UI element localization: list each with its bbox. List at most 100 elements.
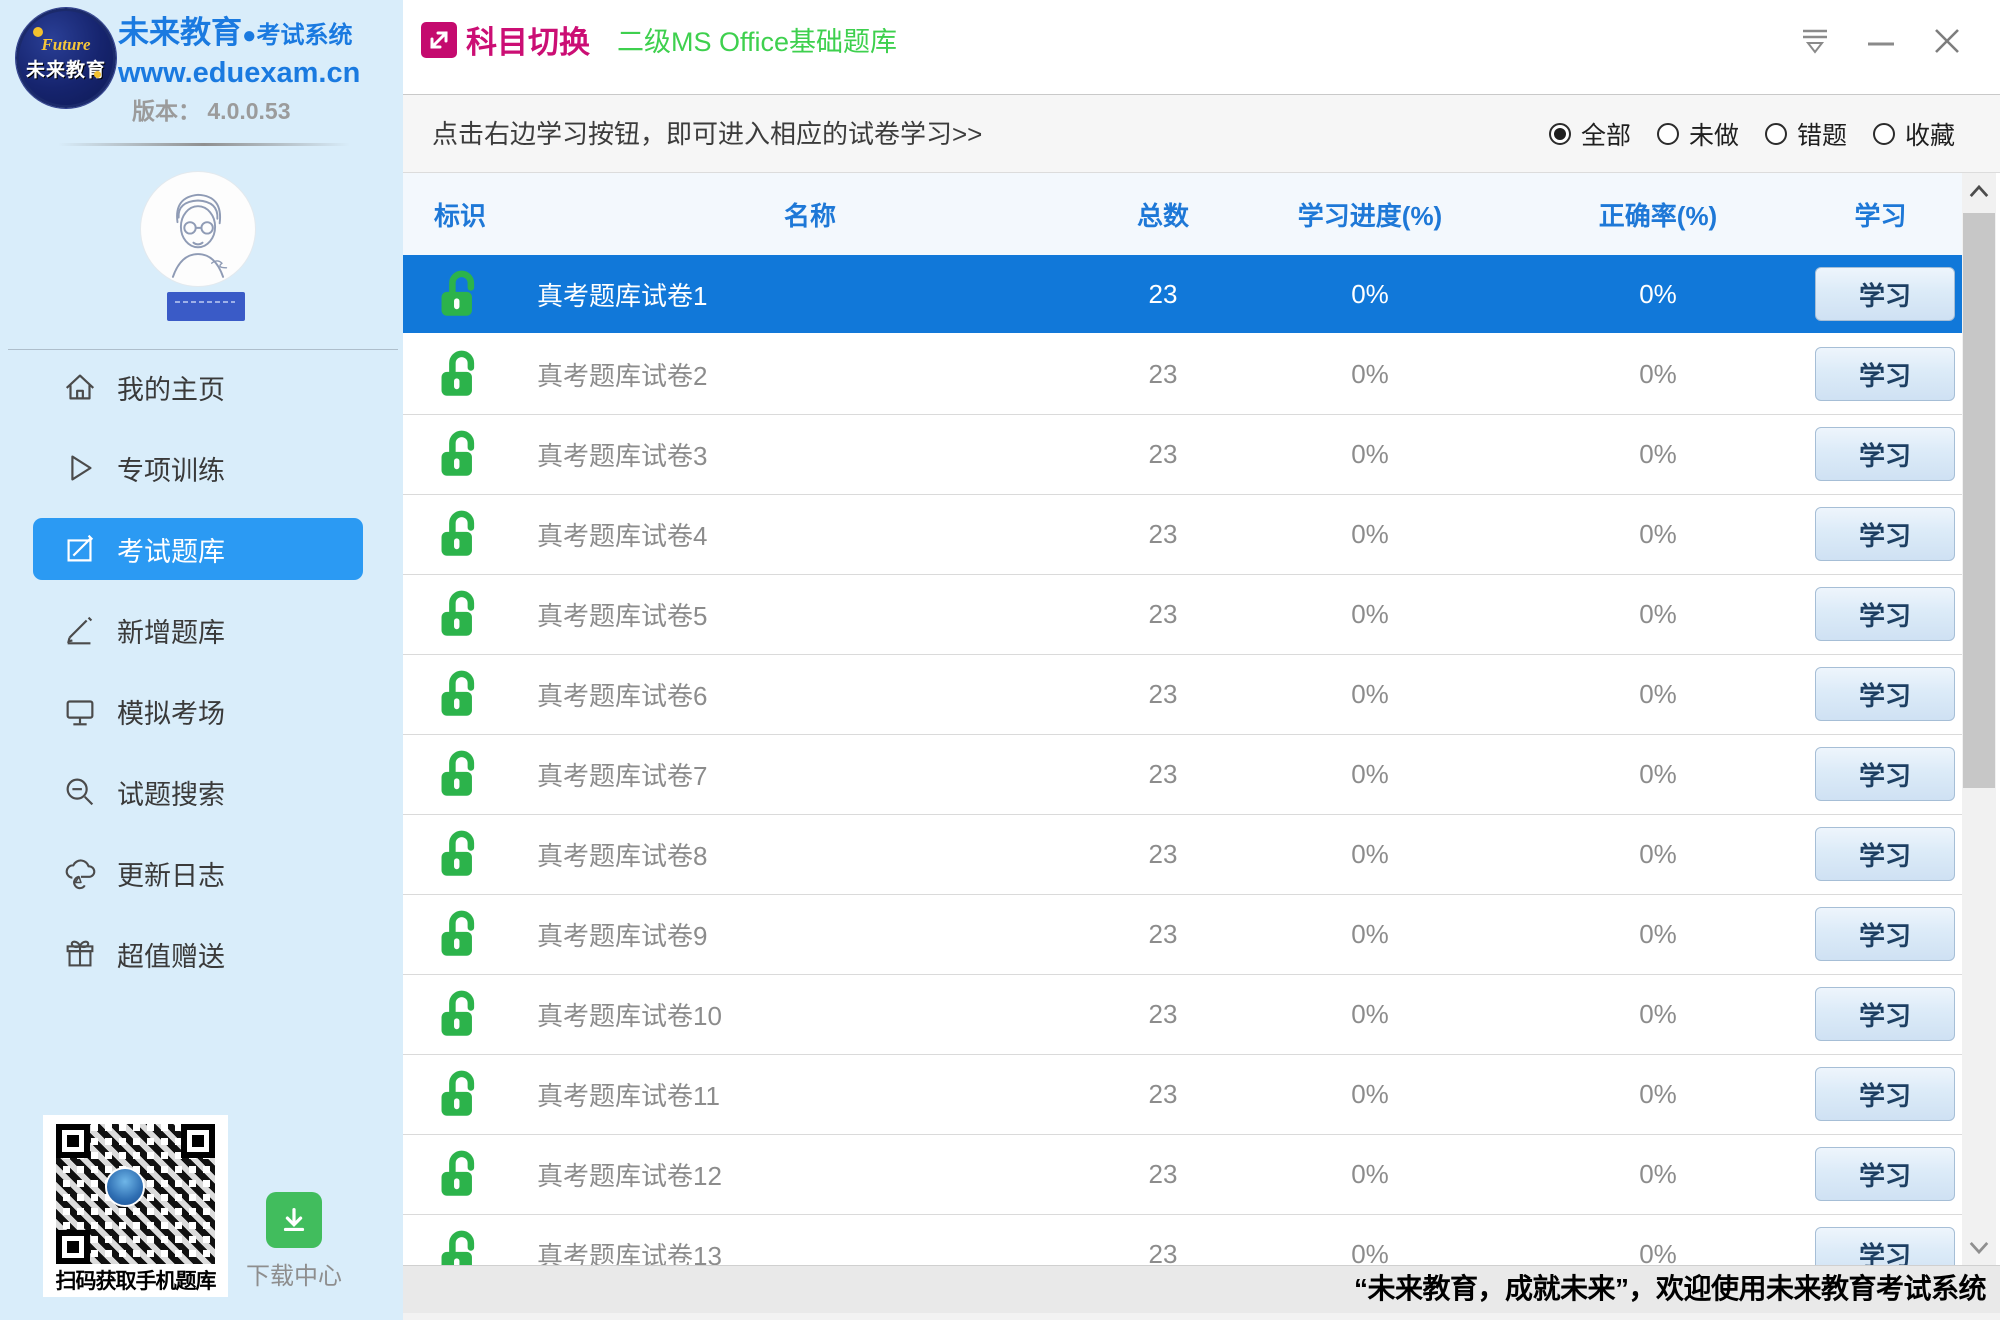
qr-center-logo xyxy=(105,1167,145,1207)
exam-name: 真考题库试卷8 xyxy=(517,836,1103,873)
exam-progress: 0% xyxy=(1223,759,1517,790)
home-icon xyxy=(60,367,100,407)
study-button[interactable]: 学习 xyxy=(1815,1067,1955,1121)
sidebar-item-label: 试题搜索 xyxy=(117,773,225,812)
exam-accuracy: 0% xyxy=(1517,599,1799,630)
column-header: 正确率(%) xyxy=(1517,196,1799,233)
download-center-label: 下载中心 xyxy=(238,1256,350,1291)
scrollbar[interactable] xyxy=(1962,173,1996,1265)
study-button[interactable]: 学习 xyxy=(1815,1227,1955,1265)
table-header: 标识名称总数学习进度(%)正确率(%)学习 xyxy=(403,173,1962,255)
table-row[interactable]: 真考题库试卷13230%0%学习 xyxy=(403,1215,1962,1265)
study-button[interactable]: 学习 xyxy=(1815,827,1955,881)
study-button[interactable]: 学习 xyxy=(1815,747,1955,801)
exam-total: 23 xyxy=(1103,279,1223,310)
radio-unselected-icon xyxy=(1873,123,1895,145)
exam-accuracy: 0% xyxy=(1517,359,1799,390)
exam-progress: 0% xyxy=(1223,279,1517,310)
exam-total: 23 xyxy=(1103,439,1223,470)
close-button[interactable] xyxy=(1930,24,1964,58)
scroll-down-button[interactable] xyxy=(1962,1231,1996,1263)
sidebar-item-label: 专项训练 xyxy=(117,449,225,488)
filter-favorite[interactable]: 收藏 xyxy=(1873,116,1955,152)
exam-accuracy: 0% xyxy=(1517,679,1799,710)
window-bottom-edge xyxy=(403,1313,2000,1320)
table-row[interactable]: 真考题库试卷6230%0%学习 xyxy=(403,655,1962,733)
minimize-icon xyxy=(1864,24,1898,58)
table-row[interactable]: 真考题库试卷10230%0%学习 xyxy=(403,975,1962,1053)
study-button[interactable]: 学习 xyxy=(1815,667,1955,721)
scrollbar-thumb[interactable] xyxy=(1963,213,1995,788)
nav-divider xyxy=(8,349,398,350)
study-button[interactable]: 学习 xyxy=(1815,347,1955,401)
table-row[interactable]: 真考题库试卷5230%0%学习 xyxy=(403,575,1962,653)
filter-wrong[interactable]: 错题 xyxy=(1765,116,1847,152)
table-row[interactable]: 真考题库试卷3230%0%学习 xyxy=(403,415,1962,493)
filter-undone[interactable]: 未做 xyxy=(1657,116,1739,152)
exam-accuracy: 0% xyxy=(1517,1159,1799,1190)
sidebar-item-exam-bank[interactable]: 考试题库 xyxy=(33,518,363,580)
sidebar-item-label: 我的主页 xyxy=(117,368,225,407)
sidebar-item-question-search[interactable]: 试题搜索 xyxy=(33,761,363,823)
radio-unselected-icon xyxy=(1765,123,1787,145)
qr-finder xyxy=(56,1124,90,1158)
study-button[interactable]: 学习 xyxy=(1815,427,1955,481)
filter-label: 收藏 xyxy=(1905,116,1955,152)
table-row[interactable]: 真考题库试卷11230%0%学习 xyxy=(403,1055,1962,1133)
footer-message: “未来教育，成就未来”，欢迎使用未来教育考试系统 xyxy=(1354,1266,1986,1314)
menu-icon xyxy=(1798,24,1832,58)
exam-edit-icon xyxy=(60,529,100,569)
sidebar-item-training[interactable]: 专项训练 xyxy=(33,437,363,499)
table-row[interactable]: 真考题库试卷8230%0%学习 xyxy=(403,815,1962,893)
filter-all[interactable]: 全部 xyxy=(1549,116,1631,152)
exam-name: 真考题库试卷1 xyxy=(517,276,1103,313)
qr-card: 扫码获取手机题库 xyxy=(43,1115,228,1297)
exam-progress: 0% xyxy=(1223,599,1517,630)
exam-total: 23 xyxy=(1103,1079,1223,1110)
unlock-icon xyxy=(403,909,517,959)
table-row[interactable]: 真考题库试卷12230%0%学习 xyxy=(403,1135,1962,1213)
sidebar-item-update-log[interactable]: 更新日志 xyxy=(33,842,363,904)
brand-divider xyxy=(58,143,350,146)
sidebar-item-label: 考试题库 xyxy=(117,530,225,569)
table-row[interactable]: 真考题库试卷4230%0%学习 xyxy=(403,495,1962,573)
study-button[interactable]: 学习 xyxy=(1815,987,1955,1041)
study-button[interactable]: 学习 xyxy=(1815,587,1955,641)
study-button[interactable]: 学习 xyxy=(1815,1147,1955,1201)
window-controls xyxy=(1798,24,1964,58)
study-button[interactable]: 学习 xyxy=(1815,507,1955,561)
exam-total: 23 xyxy=(1103,599,1223,630)
table-row[interactable]: 真考题库试卷9230%0%学习 xyxy=(403,895,1962,973)
current-subject-name: 二级MS Office基础题库 xyxy=(617,20,897,59)
download-center-button[interactable] xyxy=(266,1192,322,1248)
study-button[interactable]: 学习 xyxy=(1815,907,1955,961)
exam-accuracy: 0% xyxy=(1517,759,1799,790)
exam-progress: 0% xyxy=(1223,919,1517,950)
sidebar-item-bonus[interactable]: 超值赠送 xyxy=(33,923,363,985)
unlock-icon xyxy=(403,749,517,799)
exam-name: 真考题库试卷9 xyxy=(517,916,1103,953)
minimize-button[interactable] xyxy=(1864,24,1898,58)
sidebar-nav: 我的主页专项训练考试题库新增题库模拟考场试题搜索更新日志超值赠送 xyxy=(0,356,403,1004)
window-menu-button[interactable] xyxy=(1798,24,1832,58)
unlock-icon xyxy=(403,1149,517,1199)
table-row[interactable]: 真考题库试卷1230%0%学习 xyxy=(403,255,1962,333)
titlebar: 科目切换 二级MS Office基础题库 xyxy=(403,0,2000,95)
exam-accuracy: 0% xyxy=(1517,279,1799,310)
filter-label: 全部 xyxy=(1581,116,1631,152)
exam-accuracy: 0% xyxy=(1517,519,1799,550)
subject-switch-label: 科目切换 xyxy=(466,17,590,62)
subject-switcher[interactable]: 科目切换 二级MS Office基础题库 xyxy=(420,17,897,62)
sidebar-item-home[interactable]: 我的主页 xyxy=(33,356,363,418)
study-button[interactable]: 学习 xyxy=(1815,267,1955,321)
user-badge[interactable] xyxy=(167,292,245,321)
table-row[interactable]: 真考题库试卷2230%0%学习 xyxy=(403,335,1962,413)
qr-finder xyxy=(181,1124,215,1158)
exam-total: 23 xyxy=(1103,519,1223,550)
exam-name: 真考题库试卷6 xyxy=(517,676,1103,713)
scroll-up-button[interactable] xyxy=(1962,175,1996,207)
sidebar-item-mock-exam[interactable]: 模拟考场 xyxy=(33,680,363,742)
logo-text-top: Future xyxy=(41,35,90,55)
table-row[interactable]: 真考题库试卷7230%0%学习 xyxy=(403,735,1962,813)
sidebar-item-new-bank[interactable]: 新增题库 xyxy=(33,599,363,661)
